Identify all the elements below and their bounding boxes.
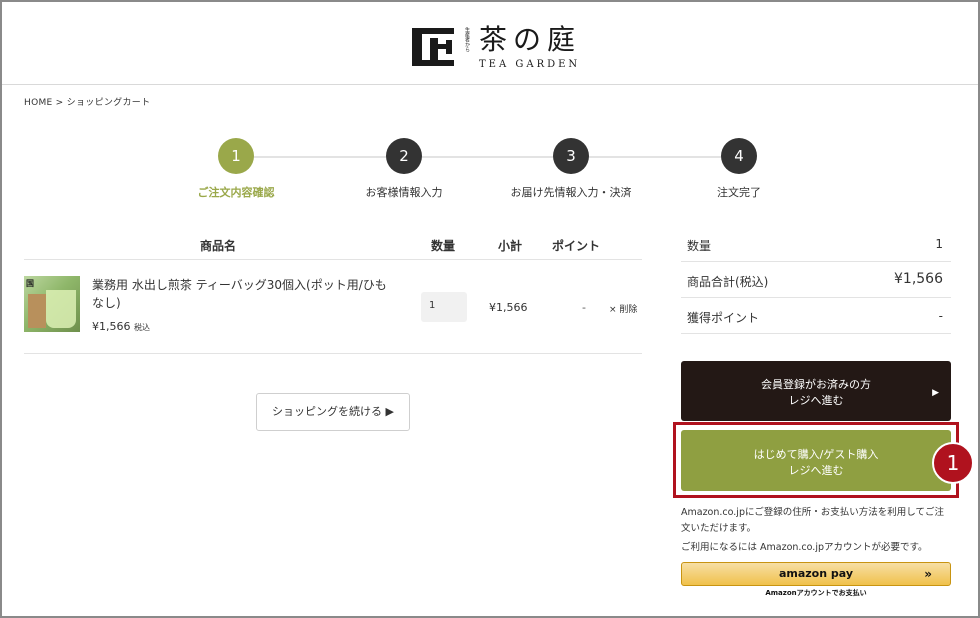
step-3: 3 お届け先情報入力・決済 — [491, 138, 651, 200]
button-line-1: 会員登録がお済みの方 — [761, 378, 871, 391]
col-subtotal: 小計 — [498, 239, 523, 253]
col-quantity: 数量 — [431, 239, 456, 253]
step-number: 4 — [721, 138, 757, 174]
member-checkout-button[interactable]: 会員登録がお済みの方 レジへ進む ▶ — [681, 361, 951, 421]
delete-item-button[interactable]: × 削除 — [609, 302, 637, 315]
continue-shopping-button[interactable]: ショッピングを続ける ▶ — [256, 393, 410, 431]
amazon-pay-note: Amazon.co.jpにご登録の住所・お支払い方法を利用してご注文いただけます… — [681, 507, 944, 534]
summary-value: 1 — [935, 237, 943, 251]
col-product-name: 商品名 — [200, 239, 237, 253]
order-summary: 数量 1 商品合計(税込) ¥1,566 獲得ポイント - — [681, 226, 951, 334]
logo-text-en: TEA GARDEN — [479, 58, 581, 70]
tea-glass-shape — [46, 290, 76, 328]
cart-table-header: 商品名 数量 小計 ポイント — [24, 230, 642, 260]
step-number: 1 — [218, 138, 254, 174]
button-line-1: はじめて購入/ゲスト購入 — [753, 448, 879, 461]
step-label: お届け先情報入力・決済 — [510, 186, 632, 199]
item-subtotal: ¥1,566 — [489, 301, 528, 314]
cart-item-row: 国 業務用 水出し煎茶 ティーバッグ30個入(ポット用/ひもなし) ¥1,566… — [24, 262, 642, 354]
thumb-tag: 国 — [26, 279, 34, 288]
step-label: お客様情報入力 — [365, 186, 443, 199]
col-points: ポイント — [552, 239, 601, 253]
breadcrumb[interactable]: HOME > ショッピングカート — [24, 95, 150, 108]
product-thumbnail[interactable]: 国 — [24, 276, 80, 332]
step-badge: 1 — [932, 442, 974, 484]
step-number: 2 — [386, 138, 422, 174]
summary-row-quantity: 数量 1 — [681, 226, 951, 262]
step-number: 3 — [553, 138, 589, 174]
amazon-pay-button[interactable]: amazon pay » — [681, 562, 951, 586]
logo-mark-icon — [410, 24, 456, 70]
button-line-2: レジへ進む — [788, 394, 844, 407]
step-label: ご注文内容確認 — [197, 186, 275, 199]
summary-label: 数量 — [687, 239, 712, 253]
site-logo[interactable]: 生産者から 茶の庭 TEA GARDEN — [410, 24, 581, 70]
logo-vertical-text: 生産者から — [464, 27, 470, 52]
product-name-link[interactable]: 業務用 水出し煎茶 ティーバッグ30個入(ポット用/ひもなし) — [92, 276, 392, 312]
price-value: ¥1,566 — [92, 320, 131, 333]
step-1: 1 ご注文内容確認 — [156, 138, 316, 200]
amazon-pay-caption: Amazonアカウントでお支払い — [765, 589, 867, 597]
guest-checkout-button[interactable]: はじめて購入/ゲスト購入 レジへ進む — [681, 430, 951, 491]
step-label: 注文完了 — [717, 186, 761, 199]
step-2: 2 お客様情報入力 — [324, 138, 484, 200]
summary-value: ¥1,566 — [894, 271, 943, 287]
summary-value: - — [938, 309, 943, 323]
summary-row-total: 商品合計(税込) ¥1,566 — [681, 262, 951, 298]
summary-label: 商品合計(税込) — [687, 275, 769, 289]
amazon-pay-label: amazon pay — [778, 567, 854, 580]
play-arrow-icon: ▶ — [932, 388, 939, 398]
checkout-steps: 1 ご注文内容確認 2 お客様情報入力 3 お届け先情報入力・決済 4 注文完了 — [150, 138, 830, 200]
site-header: 生産者から 茶の庭 TEA GARDEN — [2, 2, 978, 85]
step-4: 4 注文完了 — [659, 138, 819, 200]
amazon-account-note: ご利用になるには Amazon.co.jpアカウントが必要です。 — [681, 542, 928, 553]
product-unit-price: ¥1,566 税込 — [92, 320, 150, 333]
logo-text-jp: 茶の庭 — [479, 22, 582, 56]
button-line-2: レジへ進む — [788, 464, 844, 477]
summary-row-points: 獲得ポイント - — [681, 298, 951, 334]
tax-label: 税込 — [134, 323, 150, 332]
item-points: - — [582, 301, 586, 314]
tea-bag-shape — [28, 294, 46, 328]
double-chevron-icon: » — [924, 567, 932, 581]
summary-label: 獲得ポイント — [687, 311, 760, 325]
quantity-input[interactable]: 1 — [421, 292, 467, 322]
